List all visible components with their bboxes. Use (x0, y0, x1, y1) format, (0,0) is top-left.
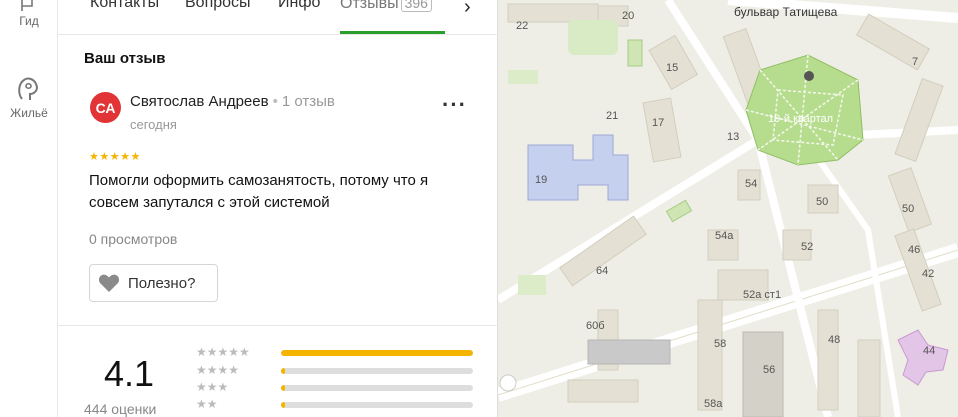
tab-questions[interactable]: Вопросы (185, 0, 251, 12)
rail-item-housing[interactable]: Жильё (0, 74, 58, 120)
rating-bar-fill (281, 350, 473, 356)
building-number: 22 (516, 20, 529, 32)
author-review-count: 1 отзыв (281, 93, 335, 110)
rating-bar-stars: ★★★ (196, 380, 229, 394)
rating-bar-track (281, 402, 473, 408)
rating-bar-fill (281, 385, 285, 391)
building-number: 54 (745, 178, 758, 190)
rating-bar-fill (281, 402, 285, 408)
org-panel: Контакты Вопросы Инфо Отзывы 396 › Ваш от… (58, 0, 498, 417)
building-number: 15 (666, 62, 679, 74)
building-number: 58а (704, 398, 723, 410)
building-number: 48 (828, 334, 841, 346)
map[interactable]: бульвар Татищева 19-й квартал 22 20 15 7… (498, 0, 958, 417)
rating-bar-stars: ★★★★ (196, 363, 240, 377)
building-number: 20 (622, 10, 635, 22)
separator-dot: • (272, 93, 278, 110)
rating-bar-stars: ★★ (196, 397, 218, 411)
tab-contacts[interactable]: Контакты (90, 0, 159, 12)
rating-bar-track (281, 368, 473, 374)
rail-item-guide[interactable]: Гид (0, 0, 58, 28)
building-number: 17 (652, 117, 665, 129)
rating-bar-fill (281, 368, 285, 374)
building-number: 46 (908, 244, 921, 256)
building-number: 54а (715, 230, 734, 242)
tab-reviews-label: Отзывы (340, 0, 399, 12)
rail-item-label: Жильё (10, 106, 48, 120)
app-root: Гид Жильё Контакты Вопросы Инфо Отзывы 39… (0, 0, 958, 417)
more-options-icon[interactable]: ··· (442, 92, 467, 118)
review-stars: ★★★★★ (89, 151, 141, 163)
building-number: 50 (816, 196, 829, 208)
tab-bar: Контакты Вопросы Инфо Отзывы 396 › (58, 0, 498, 35)
useful-button[interactable]: Полезно? (89, 264, 218, 302)
building-number: 7 (912, 56, 919, 68)
ratings-count: 444 оценки (84, 401, 157, 417)
housing-icon (18, 77, 38, 100)
left-rail: Гид Жильё (0, 0, 58, 417)
tabs-next-chevron-icon[interactable]: › (464, 0, 471, 19)
building-number: 13 (727, 131, 740, 143)
building-number: 21 (606, 110, 619, 122)
rating-bar-row[interactable]: ★★★★★ (196, 345, 486, 361)
rating-bar-track (281, 385, 473, 391)
rating-bar-stars: ★★★★★ (196, 345, 250, 359)
building-number: 44 (923, 345, 936, 357)
building-number: 58 (714, 338, 727, 350)
building-number: 56 (763, 364, 776, 376)
building-number: 50 (902, 203, 915, 215)
review-text: Помогли оформить самозанятость, потому ч… (89, 172, 429, 211)
rail-item-label: Гид (19, 14, 39, 28)
reviews-count-badge: 396 (400, 0, 432, 12)
review-views: 0 просмотров (89, 231, 178, 247)
map-canvas (498, 0, 958, 417)
average-rating: 4.1 (104, 353, 155, 394)
building-number: 42 (922, 268, 935, 280)
review-author: Святослав Андреев • 1 отзыв (130, 93, 335, 110)
heart-icon (98, 274, 120, 292)
useful-button-label: Полезно? (128, 274, 196, 292)
tab-info[interactable]: Инфо (278, 0, 320, 12)
rating-bar-row[interactable]: ★★ (196, 397, 486, 413)
street-label: бульвар Татищева (734, 5, 838, 19)
tab-reviews[interactable]: Отзывы 396 (340, 0, 432, 13)
building-number: 60б (586, 320, 605, 332)
divider (58, 325, 498, 326)
building-number: 64 (596, 265, 609, 277)
review-date: сегодня (130, 117, 177, 132)
building-number: 19 (535, 174, 548, 186)
rating-bar-row[interactable]: ★★★ (196, 380, 486, 396)
guide-icon (21, 0, 33, 11)
park-label: 19-й квартал (768, 113, 834, 125)
building-number: 52 (801, 241, 814, 253)
author-name[interactable]: Святослав Андреев (130, 93, 269, 110)
rating-bar-row[interactable]: ★★★★ (196, 363, 486, 379)
active-tab-indicator (340, 31, 445, 34)
avatar[interactable]: СА (90, 92, 121, 123)
rating-bar-track (281, 350, 473, 356)
section-title: Ваш отзыв (84, 50, 166, 67)
building-number: 52а ст1 (743, 289, 782, 301)
